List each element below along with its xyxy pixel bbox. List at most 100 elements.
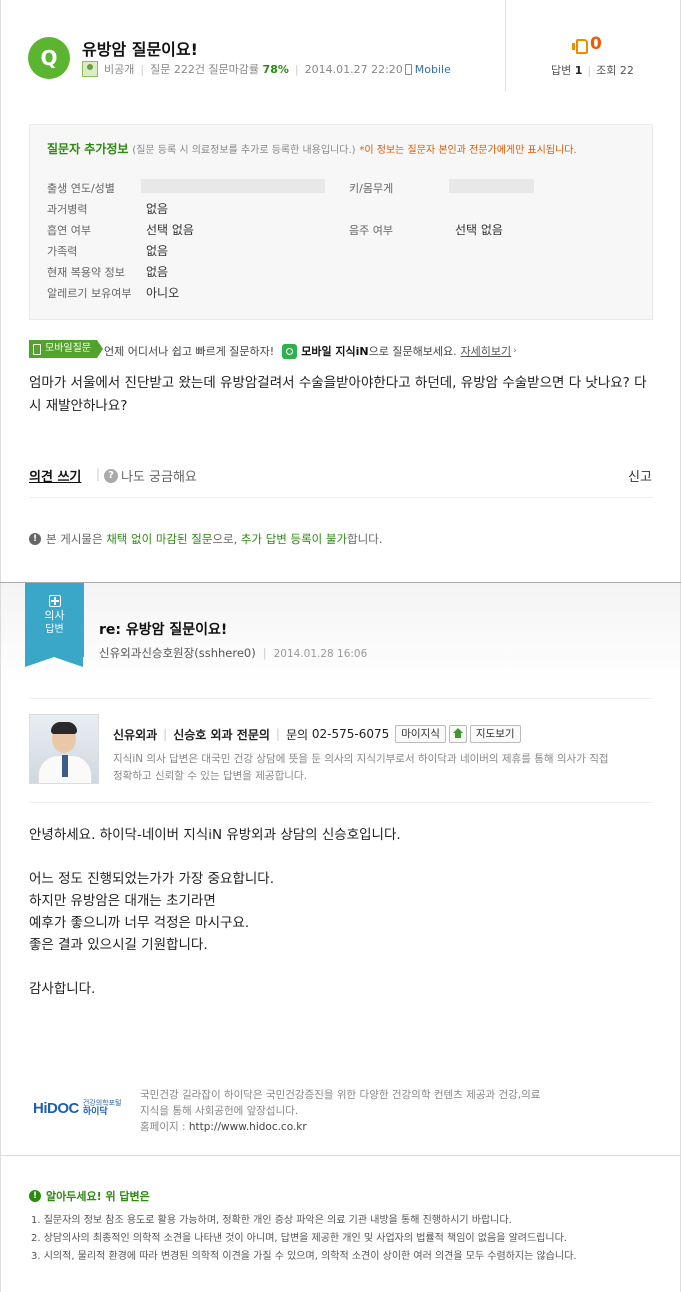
info-value: 선택 없음 <box>455 223 503 237</box>
note-item: 2. 상담의사의 최종적인 의학적 소견을 나타낸 것이 아니며, 답변을 제공… <box>31 1233 567 1244</box>
question-badge: Q <box>28 37 70 79</box>
meta-separator: | <box>262 646 267 660</box>
doctor-info-line: 신유외과 | 신승호 외과 전문의 | 문의 02-575-6075 마이지식 지도보기 <box>113 725 521 743</box>
divider <box>0 1155 681 1156</box>
note-item: 3. 시의적, 물리적 환경에 따라 변경된 의학적 이견을 가질 수 있으며,… <box>31 1251 577 1262</box>
info-icon: ! <box>29 533 41 545</box>
answer-title: re: 유방암 질문이요! <box>99 622 228 638</box>
knowledge-in-app-icon <box>282 343 298 359</box>
info-label: 흡연 여부 <box>47 224 91 237</box>
info-title-text: 질문자 추가정보 <box>47 142 129 156</box>
answer-author[interactable]: 신유외과신승호원장(sshhere0) <box>99 646 256 660</box>
mobile-promo: 언제 어디서나 쉽고 빠르게 질문하자! 모바일 지식iN 으로 질문해보세요.… <box>104 343 517 359</box>
hidoc-logo-text: HiDOC <box>33 1099 79 1117</box>
info-label: 키/몸무게 <box>349 182 394 195</box>
info-desc: (질문 등록 시 의료정보를 추가로 등록한 내용입니다.) <box>132 145 356 156</box>
divider <box>29 698 653 699</box>
answers-label: 답변 <box>551 64 572 77</box>
thumbs-up-icon <box>572 38 588 54</box>
me-too-curious-button[interactable]: ? 나도 궁금해요 <box>104 466 197 485</box>
separator: | <box>163 727 168 741</box>
views-label: 조회 <box>596 64 617 77</box>
chevron-right-icon: › <box>513 346 517 356</box>
question-body: 엄마가 서울에서 진단받고 왔는데 유방암걸려서 수술을받아야한다고 하던데, … <box>29 375 647 414</box>
homepage-label: 홈페이지 : <box>140 1121 186 1133</box>
meta-separator: | <box>294 62 299 76</box>
info-warning: *이 정보는 질문자 본인과 전문가에게만 표시됩니다. <box>359 145 577 156</box>
info-label: 가족력 <box>47 245 78 258</box>
like-button[interactable]: 0 <box>572 34 602 54</box>
info-value-hidden <box>141 179 325 193</box>
answer-body: 안녕하세요. 하이닥-네이버 지식iN 유방외과 상담의 신승호입니다. 어느 … <box>29 827 401 997</box>
info-label: 출생 연도/성별 <box>47 182 115 195</box>
stats-separator: | <box>587 64 592 77</box>
meta-separator: | <box>140 62 145 76</box>
promo-text: 언제 어디서나 쉽고 빠르게 질문하자! <box>104 345 275 358</box>
mobile-question-tag: 모바일질문 <box>29 340 103 358</box>
notice-text: 본 게시물은 <box>46 532 103 546</box>
ribbon-label: 의사 <box>44 609 65 622</box>
hidoc-logo-small: 건강의학포털 <box>82 1099 122 1107</box>
notes-title-text: 알아두세요! 위 답변은 <box>46 1190 150 1203</box>
doctor-name: 신승호 외과 전문의 <box>173 727 270 742</box>
header-divider <box>505 0 506 92</box>
doctor-phone: 02-575-6075 <box>311 727 390 741</box>
close-rate: 78% <box>262 62 289 76</box>
info-value: 없음 <box>146 244 169 258</box>
hidoc-logo-sub: 건강의학포털 하이닥 <box>83 1099 122 1117</box>
hidoc-logo[interactable]: HiDOC 건강의학포털 하이닥 <box>33 1099 121 1117</box>
avatar-icon <box>82 61 98 77</box>
notice-highlight: 채택 없이 마감된 질문 <box>106 532 213 546</box>
info-value: 없음 <box>146 265 169 279</box>
doctor-photo <box>29 714 99 784</box>
info-value: 선택 없음 <box>146 223 194 237</box>
mobile-phone-icon <box>33 343 41 355</box>
homepage-link[interactable]: http://www.hidoc.co.kr <box>189 1121 307 1133</box>
action-separator: | <box>96 467 101 481</box>
question-stats: 질문 222건 질문마감률 <box>150 63 260 76</box>
info-label: 음주 여부 <box>349 224 393 237</box>
ribbon-label: 답변 <box>45 624 64 635</box>
separator: | <box>275 727 280 741</box>
views-count: 22 <box>619 64 634 77</box>
alert-icon: ! <box>29 1190 41 1202</box>
answer-meta: 신유외과신승호원장(sshhere0) | 2014.01.28 16:06 <box>99 645 367 661</box>
answer-datetime: 2014.01.28 16:06 <box>273 648 368 660</box>
notice-text: 으로, <box>212 532 238 546</box>
divider <box>29 802 653 803</box>
curious-label: 나도 궁금해요 <box>121 470 197 485</box>
note-item: 1. 질문자의 정보 참조 용도로 활용 가능하며, 정확한 개인 증상 파악은… <box>31 1215 512 1226</box>
medical-cross-icon <box>48 595 61 607</box>
hidoc-homepage: 홈페이지 : http://www.hidoc.co.kr <box>140 1119 550 1135</box>
question-device: Mobile <box>414 62 451 76</box>
promo-app-name: 모바일 지식iN <box>301 345 369 358</box>
asker-info-title: 질문자 추가정보 (질문 등록 시 의료정보를 추가로 등록한 내용입니다.) … <box>47 140 577 157</box>
question-author[interactable]: 비공개 <box>104 61 134 77</box>
report-button[interactable]: 신고 <box>628 466 652 485</box>
promo-text-2: 으로 질문해보세요. <box>368 345 457 358</box>
notes-title: ! 알아두세요! 위 답변은 <box>29 1188 150 1204</box>
contact-label: 문의 <box>285 727 309 742</box>
question-counts: 답변 1 | 조회 22 <box>551 62 634 78</box>
closed-notice: ! 본 게시물은 채택 없이 마감된 질문 으로, 추가 답변 등록이 불가 합니다… <box>29 531 382 547</box>
hidoc-logo-name: 하이닥 <box>82 1107 108 1117</box>
promo-details-link[interactable]: 자세히보기 <box>461 343 512 359</box>
my-knowledge-button[interactable]: 마이지식 <box>395 725 446 743</box>
notice-text: 합니다. <box>347 532 383 546</box>
divider <box>29 497 653 498</box>
notice-highlight: 추가 답변 등록이 불가 <box>240 532 348 546</box>
answers-count: 1 <box>574 64 583 77</box>
question-title: 유방암 질문이요! <box>82 40 198 59</box>
doctor-answer-ribbon: 의사 답변 <box>25 583 84 667</box>
home-icon[interactable] <box>448 725 467 743</box>
mobile-tag-label: 모바일질문 <box>45 343 91 354</box>
write-opinion-button[interactable]: 의견 쓰기 <box>29 466 81 485</box>
mobile-phone-icon <box>404 63 412 75</box>
map-button[interactable]: 지도보기 <box>469 725 521 743</box>
question-meta: 비공개 | 질문 222건 질문마감률 78% | 2014.01.27 22:… <box>82 61 451 77</box>
info-label: 과거병력 <box>47 203 88 216</box>
hidoc-description: 국민건강 길라잡이 하이닥은 국민건강증진을 위한 다양한 건강의학 컨텐츠 제… <box>140 1087 550 1135</box>
question-mark-icon: ? <box>104 468 118 483</box>
hidoc-desc-text: 국민건강 길라잡이 하이닥은 국민건강증진을 위한 다양한 건강의학 컨텐츠 제… <box>140 1089 541 1117</box>
doctor-description: 지식iN 의사 답변은 대국민 건강 상담에 뜻을 둔 의사의 지식기부로서 하… <box>113 753 609 782</box>
